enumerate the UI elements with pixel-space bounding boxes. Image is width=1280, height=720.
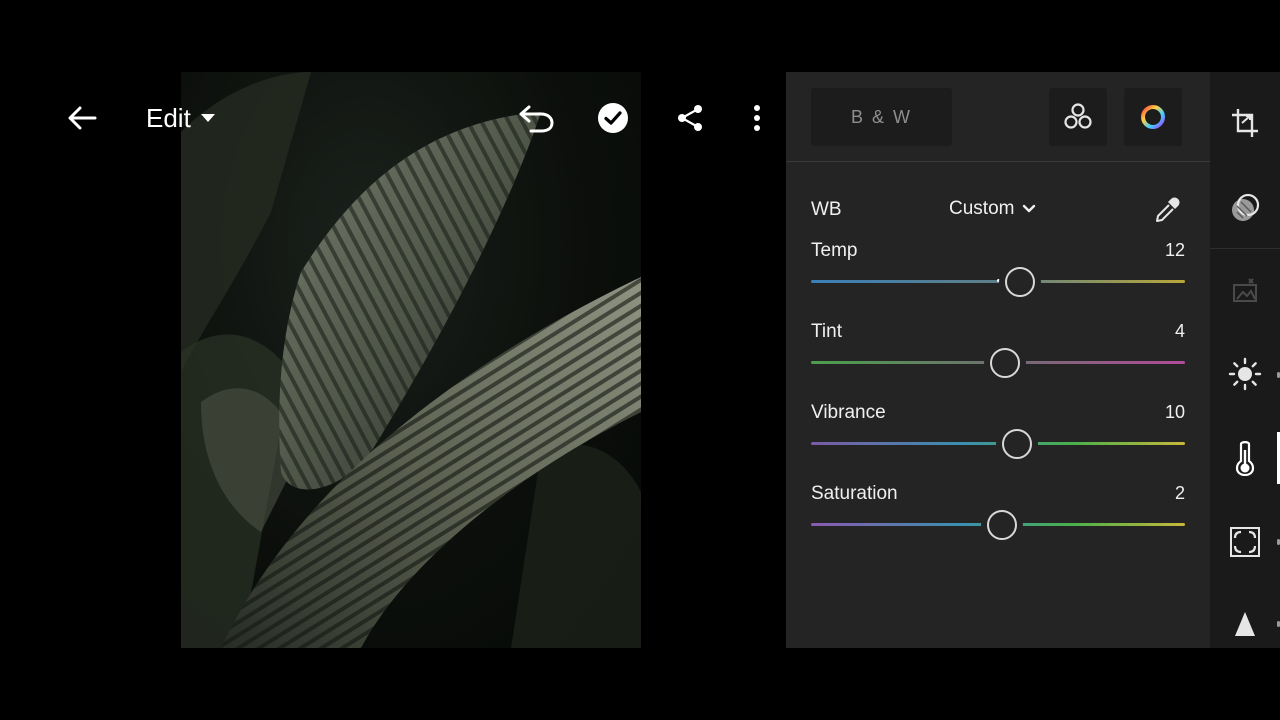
color-mixer-icon	[1064, 103, 1092, 129]
white-balance-row: WB Custom	[811, 190, 1185, 230]
wb-label: WB	[811, 199, 842, 220]
saturation-label: Saturation	[811, 483, 898, 504]
temp-origin-marker	[997, 279, 1000, 282]
temp-label: Temp	[811, 240, 858, 261]
checkmark-circle-icon	[598, 103, 628, 133]
color-panel: B & W WB Custom Temp 12 Tint 4 Vibrance …	[786, 72, 1210, 648]
undo-button[interactable]	[512, 94, 560, 142]
healing-icon	[1233, 278, 1257, 302]
tint-slider: Tint 4	[811, 321, 1185, 391]
tool-light[interactable]	[1210, 344, 1280, 404]
share-icon	[678, 105, 702, 131]
top-toolbar: Edit	[0, 72, 786, 164]
chevron-down-icon	[1023, 204, 1036, 213]
more-vertical-icon	[754, 105, 760, 131]
vibrance-slider: Vibrance 10	[811, 402, 1185, 472]
tool-effects[interactable]	[1210, 512, 1280, 572]
done-button[interactable]	[589, 94, 637, 142]
tool-detail[interactable]	[1210, 594, 1280, 654]
vibrance-thumb[interactable]	[1001, 429, 1032, 459]
eyedropper-icon	[1156, 197, 1180, 222]
tool-separator	[1210, 248, 1280, 249]
saturation-thumb[interactable]	[986, 510, 1017, 540]
color-icon	[1235, 441, 1255, 476]
tint-value: 4	[1174, 321, 1185, 341]
color-mixer-button[interactable]	[1049, 88, 1107, 146]
undo-icon	[519, 105, 554, 133]
selective-icon	[1232, 193, 1260, 221]
wb-picker-button[interactable]	[1149, 192, 1185, 228]
color-wheel-icon	[1141, 105, 1165, 129]
detail-icon	[1235, 612, 1255, 636]
back-button[interactable]	[58, 94, 106, 142]
share-button[interactable]	[666, 94, 714, 142]
tool-color[interactable]	[1210, 428, 1280, 488]
panel-header: B & W	[786, 72, 1210, 162]
temp-slider: Temp 12	[811, 240, 1185, 310]
arrow-left-icon	[68, 106, 97, 130]
tool-selective[interactable]	[1210, 178, 1280, 238]
vibrance-track[interactable]	[811, 442, 1185, 445]
saturation-slider: Saturation 2	[811, 483, 1185, 553]
bw-button[interactable]: B & W	[811, 88, 952, 146]
vibrance-value: 10	[1164, 402, 1185, 422]
wb-preset-dropdown[interactable]: Custom	[949, 194, 1036, 224]
light-icon	[1228, 357, 1262, 391]
tool-rail	[1210, 72, 1280, 648]
effects-icon	[1230, 527, 1260, 557]
edit-mode-label: Edit	[146, 102, 191, 133]
vibrance-label: Vibrance	[811, 402, 886, 423]
temp-thumb[interactable]	[1005, 267, 1036, 297]
color-grading-button[interactable]	[1124, 88, 1182, 146]
temp-value: 12	[1164, 240, 1185, 260]
tool-crop[interactable]	[1210, 94, 1280, 154]
crop-icon	[1232, 109, 1258, 137]
saturation-value: 2	[1174, 483, 1185, 503]
more-options-button[interactable]	[733, 94, 781, 142]
tint-thumb[interactable]	[990, 348, 1021, 378]
caret-down-icon	[200, 114, 215, 122]
tint-label: Tint	[811, 321, 842, 342]
edit-mode-dropdown[interactable]: Edit	[146, 94, 238, 142]
wb-preset-value: Custom	[949, 198, 1015, 219]
tool-healing[interactable]	[1210, 260, 1280, 320]
